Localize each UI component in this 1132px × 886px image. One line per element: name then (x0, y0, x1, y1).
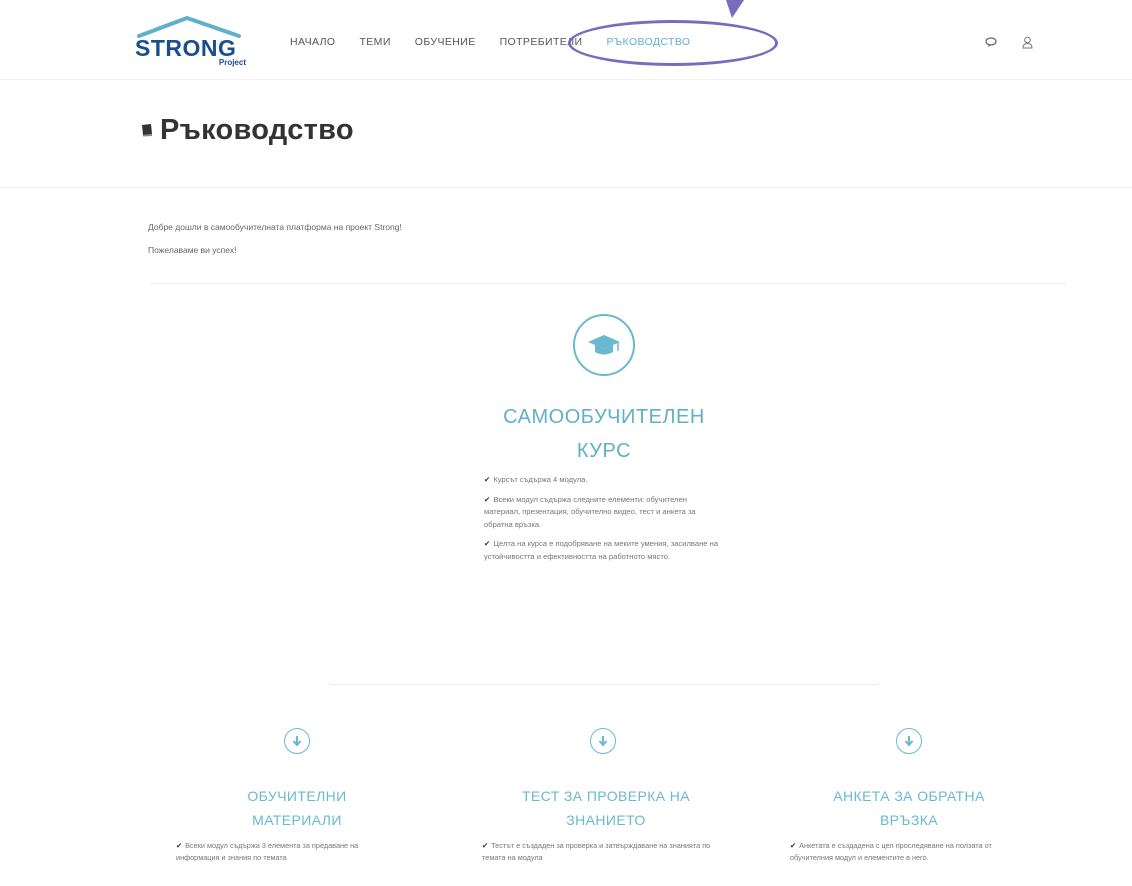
knowledge-test-title: ТЕСТ ЗА ПРОВЕРКА НА ЗНАНИЕТО (521, 788, 691, 828)
graduation-cap-icon (573, 314, 635, 376)
materials-text: ✔ Всеки модул съдържа 3 елемента за преда… (176, 841, 359, 862)
annotation-arrow-icon (726, 0, 744, 18)
list-item: ✔ Курсът съдържа 4 модула. (484, 475, 588, 484)
intro-wish-text: Пожелаваме ви успех! (148, 245, 237, 255)
arrow-down-circle-icon[interactable] (590, 728, 616, 754)
book-icon (142, 124, 152, 137)
list-item: ✔ Всеки модул съдържа следните елементи: … (484, 494, 696, 529)
check-icon: ✔ (790, 841, 797, 850)
strong-logo[interactable]: STRONG Project (135, 14, 250, 67)
intro-welcome-text: Добре дошли в самообучителната платформа… (148, 222, 402, 232)
course-title-line1: САМООБУЧИТЕЛЕН (503, 406, 705, 428)
list-item: ✔ Целта на курса е подобряване на меките … (484, 539, 719, 561)
header-icons (984, 35, 1034, 49)
course-title: САМООБУЧИТЕЛЕН КУРС (486, 400, 722, 468)
main-nav: НАЧАЛО ТЕМИ ОБУЧЕНИЕ ПОТРЕБИТЕЛИ РЪКОВОД… (290, 36, 715, 48)
check-icon: ✔ (482, 841, 489, 850)
check-icon: ✔ (176, 841, 183, 850)
check-icon: ✔ (484, 475, 491, 484)
nav-item-training[interactable]: ОБУЧЕНИЕ (415, 36, 476, 48)
check-icon: ✔ (484, 539, 491, 548)
site-header: STRONG Project НАЧАЛО ТЕМИ ОБУЧЕНИЕ ПОТР… (0, 0, 1132, 80)
chat-icon[interactable] (984, 35, 998, 49)
materials-title: ОБУЧИТЕЛНИ МАТЕРИАЛИ (247, 788, 347, 828)
arrow-down-circle-icon[interactable] (284, 728, 310, 754)
course-feature-list: ✔ Курсът съдържа 4 модула. ✔ Всеки модул с… (484, 474, 720, 570)
feedback-survey-text: ✔ Анкетата е създадена с цел проследяване… (790, 841, 992, 862)
divider (150, 283, 1067, 284)
page-title: Ръководство (160, 114, 354, 146)
nav-item-home[interactable]: НАЧАЛО (290, 36, 335, 48)
check-icon: ✔ (484, 494, 491, 504)
logo-subtext: Project (218, 58, 246, 67)
user-icon[interactable] (1020, 35, 1034, 49)
arrow-down-circle-icon[interactable] (896, 728, 922, 754)
divider (330, 684, 878, 685)
feedback-survey-title: АНКЕТА ЗА ОБРАТНА ВРЪЗКА (833, 788, 985, 828)
course-title-line2: КУРС (576, 440, 632, 462)
nav-item-topics[interactable]: ТЕМИ (359, 36, 390, 48)
nav-item-guide[interactable]: РЪКОВОДСТВО (606, 36, 690, 48)
knowledge-test-text: ✔ Тестът е създаден за проверка и затвърж… (482, 841, 711, 862)
nav-item-users[interactable]: ПОТРЕБИТЕЛИ (500, 36, 583, 48)
